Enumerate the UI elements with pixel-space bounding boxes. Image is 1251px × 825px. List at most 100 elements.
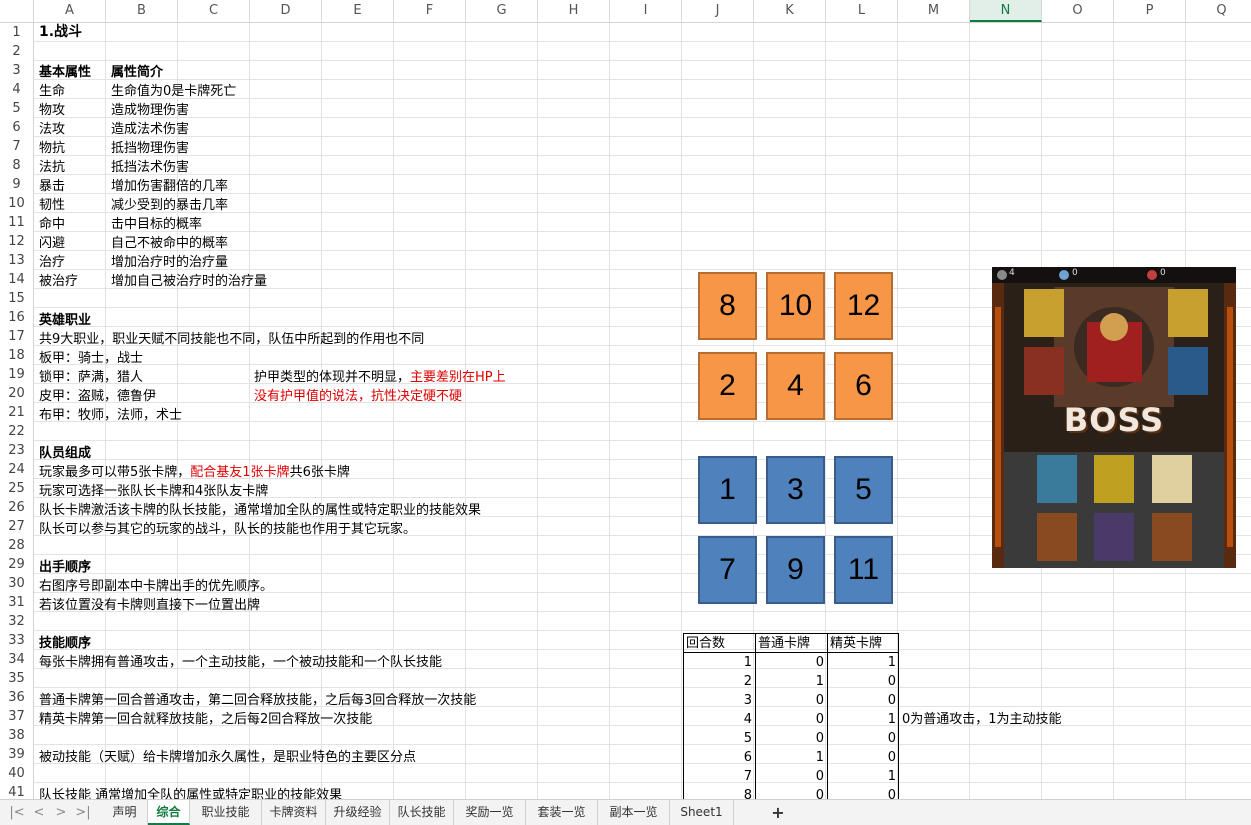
row-header-12[interactable]: 12 [0, 232, 33, 251]
cell-a30[interactable]: 右图序号即副本中卡牌出手的优先顺序。 [39, 577, 273, 596]
row-header-16[interactable]: 16 [0, 308, 33, 327]
attr-desc[interactable]: 减少受到的暴击几率 [111, 196, 228, 215]
row-header-27[interactable]: 27 [0, 517, 33, 536]
row-header-6[interactable]: 6 [0, 118, 33, 137]
table-cell[interactable]: 7 [683, 767, 752, 786]
row-header-10[interactable]: 10 [0, 194, 33, 213]
column-header-c[interactable]: C [178, 0, 250, 22]
sheet-tab[interactable]: 卡牌资料 [262, 800, 326, 825]
attr-desc[interactable]: 造成物理伤害 [111, 101, 189, 120]
cell-a24[interactable]: 玩家最多可以带5张卡牌，配合基友1张卡牌共6张卡牌 [39, 463, 350, 482]
column-header-b[interactable]: B [106, 0, 178, 22]
attr-name[interactable]: 物攻 [39, 101, 65, 120]
cell-a39[interactable]: 被动技能（天赋）给卡牌增加永久属性，是职业特色的主要区分点 [39, 748, 416, 767]
row-header-38[interactable]: 38 [0, 726, 33, 745]
attr-desc[interactable]: 增加伤害翻倍的几率 [111, 177, 228, 196]
table-cell[interactable]: 1 [827, 767, 896, 786]
cell-a19[interactable]: 锁甲：萨满，猎人 [39, 368, 143, 387]
row-header-34[interactable]: 34 [0, 650, 33, 669]
row-header-9[interactable]: 9 [0, 175, 33, 194]
table-cell[interactable]: 1 [827, 653, 896, 672]
section-team[interactable]: 队员组成 [39, 444, 91, 463]
cell-a27[interactable]: 队长可以参与其它的玩家的战斗，队长的技能也作用于其它玩家。 [39, 520, 416, 539]
cell-a17[interactable]: 共9大职业，职业天赋不同技能也不同，队伍中所起到的作用也不同 [39, 330, 424, 349]
last-sheet-icon[interactable]: >| [72, 800, 94, 825]
column-header-o[interactable]: O [1042, 0, 1114, 22]
cell-a26[interactable]: 队长卡牌激活该卡牌的队长技能，通常增加全队的属性或特定职业的技能效果 [39, 501, 481, 520]
table-header[interactable]: 精英卡牌 [830, 634, 882, 653]
row-header-36[interactable]: 36 [0, 688, 33, 707]
column-header-h[interactable]: H [538, 0, 610, 22]
row-header-41[interactable]: 41 [0, 783, 33, 799]
prev-sheet-icon[interactable]: < [28, 800, 50, 825]
attr-name[interactable]: 暴击 [39, 177, 65, 196]
row-header-7[interactable]: 7 [0, 137, 33, 156]
attr-desc[interactable]: 生命值为0是卡牌死亡 [111, 82, 236, 101]
row-header-33[interactable]: 33 [0, 631, 33, 650]
cell-m37[interactable]: 0为普通攻击，1为主动技能 [902, 710, 1062, 729]
attr-name[interactable]: 法抗 [39, 158, 65, 177]
sheet-tab[interactable]: 队长技能 [390, 800, 454, 825]
column-header-a[interactable]: A [34, 0, 106, 22]
row-header-19[interactable]: 19 [0, 365, 33, 384]
table-cell[interactable]: 3 [683, 691, 752, 710]
attr-desc[interactable]: 增加治疗时的治疗量 [111, 253, 228, 272]
attr-name[interactable]: 命中 [39, 215, 65, 234]
table-cell[interactable]: 0 [755, 710, 824, 729]
column-header-j[interactable]: J [682, 0, 754, 22]
row-header-22[interactable]: 22 [0, 422, 33, 441]
column-header-e[interactable]: E [322, 0, 394, 22]
row-header-4[interactable]: 4 [0, 80, 33, 99]
row-header-15[interactable]: 15 [0, 289, 33, 308]
sheet-tab[interactable]: Sheet1 [670, 800, 734, 825]
table-cell[interactable]: 0 [755, 653, 824, 672]
table-cell[interactable]: 6 [683, 748, 752, 767]
row-header-24[interactable]: 24 [0, 460, 33, 479]
attr-desc[interactable]: 抵挡物理伤害 [111, 139, 189, 158]
attr-name[interactable]: 法攻 [39, 120, 65, 139]
table-cell[interactable]: 1 [827, 710, 896, 729]
table-cell[interactable]: 0 [755, 691, 824, 710]
table-cell[interactable]: 4 [683, 710, 752, 729]
column-header-g[interactable]: G [466, 0, 538, 22]
table-cell[interactable]: 0 [755, 767, 824, 786]
row-header-18[interactable]: 18 [0, 346, 33, 365]
cell-a31[interactable]: 若该位置没有卡牌则直接下一位置出牌 [39, 596, 260, 615]
attr-name[interactable]: 生命 [39, 82, 65, 101]
section-play-order[interactable]: 出手顺序 [39, 558, 91, 577]
row-header-37[interactable]: 37 [0, 707, 33, 726]
column-header-m[interactable]: M [898, 0, 970, 22]
next-sheet-icon[interactable]: > [50, 800, 72, 825]
row-header-28[interactable]: 28 [0, 536, 33, 555]
cell-d19[interactable]: 护甲类型的体现并不明显，主要差别在HP上 [254, 368, 506, 387]
attr-name[interactable]: 被治疗 [39, 272, 78, 291]
first-sheet-icon[interactable]: |< [6, 800, 28, 825]
attr-desc[interactable]: 造成法术伤害 [111, 120, 189, 139]
cell-a25[interactable]: 玩家可选择一张队长卡牌和4张队友卡牌 [39, 482, 268, 501]
cell-a37[interactable]: 精英卡牌第一回合就释放技能，之后每2回合释放一次技能 [39, 710, 372, 729]
section-hero-class[interactable]: 英雄职业 [39, 311, 91, 330]
row-header-32[interactable]: 32 [0, 612, 33, 631]
cell-a20[interactable]: 皮甲：盗贼，德鲁伊 [39, 387, 156, 406]
sheet-tab[interactable]: 套装一览 [526, 800, 598, 825]
table-cell[interactable]: 1 [755, 672, 824, 691]
attr-name[interactable]: 物抗 [39, 139, 65, 158]
cell-a34[interactable]: 每张卡牌拥有普通攻击，一个主动技能，一个被动技能和一个队长技能 [39, 653, 442, 672]
row-header-40[interactable]: 40 [0, 764, 33, 783]
table-cell[interactable]: 0 [827, 691, 896, 710]
column-header-p[interactable]: P [1114, 0, 1186, 22]
header-attr-desc[interactable]: 属性简介 [111, 63, 163, 82]
cell-a18[interactable]: 板甲：骑士，战士 [39, 349, 143, 368]
table-cell[interactable]: 0 [755, 729, 824, 748]
header-basic-attr[interactable]: 基本属性 [39, 63, 91, 82]
row-header-25[interactable]: 25 [0, 479, 33, 498]
column-header-f[interactable]: F [394, 0, 466, 22]
column-header-q[interactable]: Q [1186, 0, 1251, 22]
row-header-1[interactable]: 1 [0, 23, 33, 42]
table-header[interactable]: 普通卡牌 [758, 634, 810, 653]
table-cell[interactable]: 0 [827, 729, 896, 748]
row-header-13[interactable]: 13 [0, 251, 33, 270]
boss-battle-image[interactable]: BOSS 4 0 0 [992, 267, 1236, 568]
sheet-tab[interactable]: 副本一览 [598, 800, 670, 825]
row-header-14[interactable]: 14 [0, 270, 33, 289]
